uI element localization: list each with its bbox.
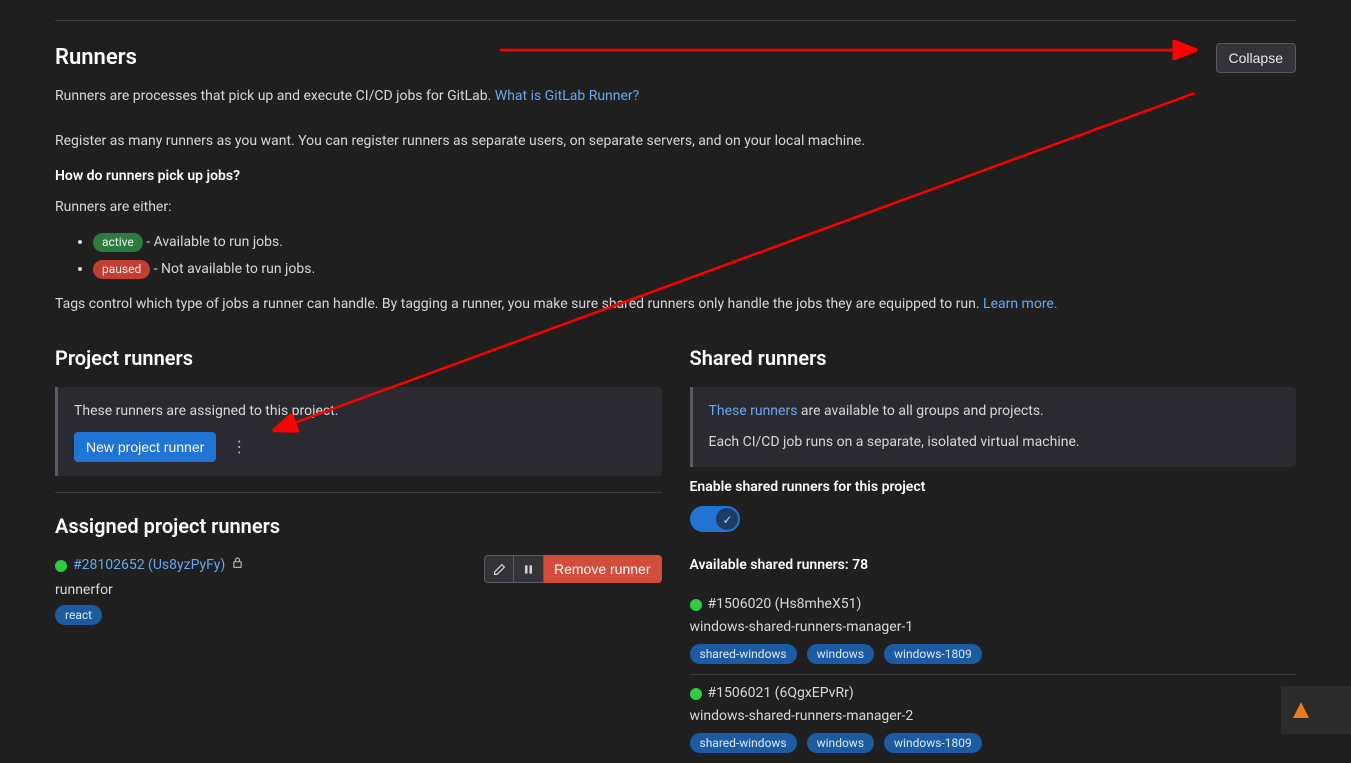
register-desc: Register as many runners as you want. Yo… xyxy=(55,131,1296,152)
new-project-runner-button[interactable]: New project runner xyxy=(74,432,216,462)
assigned-runner-link[interactable]: #28102652 (Us8yzPyFy) xyxy=(73,555,225,576)
runner-tag: shared-windows xyxy=(690,644,797,664)
runner-tag: react xyxy=(55,605,102,625)
paused-badge: paused xyxy=(93,260,150,279)
shared-panel-rest: are available to all groups and projects… xyxy=(801,403,1044,419)
status-dot-icon xyxy=(55,560,67,572)
shared-runners-column: Shared runners These runners are availab… xyxy=(690,343,1297,763)
shared-runner-name: windows-shared-runners-manager-2 xyxy=(690,706,1297,727)
status-item-active: active - Available to run jobs. xyxy=(93,232,1296,253)
runners-title: Runners xyxy=(55,41,137,74)
shared-runner-tags: shared-windows windows windows-1809 xyxy=(690,644,1297,664)
runner-tag: windows xyxy=(807,644,874,664)
lock-icon xyxy=(231,556,244,576)
what-is-runner-link[interactable]: What is GitLab Runner? xyxy=(495,88,640,104)
available-count: 78 xyxy=(852,557,868,573)
available-shared-label: Available shared runners: 78 xyxy=(690,555,1297,576)
runner-tag: windows-1809 xyxy=(884,733,982,753)
shared-runners-title: Shared runners xyxy=(690,343,1297,373)
active-badge: active xyxy=(93,233,143,252)
shared-runner-item: #1506021 (6QgxEPvRr) windows-shared-runn… xyxy=(690,674,1297,763)
active-desc: - Available to run jobs. xyxy=(146,234,283,250)
assigned-runner-row: #28102652 (Us8yzPyFy) runnerfor react Re… xyxy=(55,555,662,626)
section-header: Runners Collapse xyxy=(55,41,1296,74)
check-icon: ✓ xyxy=(722,511,732,529)
tags-text: Tags control which type of jobs a runner… xyxy=(55,296,983,312)
project-runners-panel: These runners are assigned to this proje… xyxy=(55,387,662,476)
remove-runner-button[interactable]: Remove runner xyxy=(544,555,662,583)
runner-tag: windows-1809 xyxy=(884,644,982,664)
shared-panel-line1: These runners are available to all group… xyxy=(709,401,1281,422)
runner-tag: windows xyxy=(807,733,874,753)
project-runners-title: Project runners xyxy=(55,343,662,373)
taskbar-fragment xyxy=(1281,686,1351,734)
edit-runner-button[interactable] xyxy=(484,555,514,583)
status-dot-icon xyxy=(690,688,702,700)
collapse-button[interactable]: Collapse xyxy=(1216,43,1296,73)
panel-project-desc: These runners are assigned to this proje… xyxy=(74,401,646,422)
status-list: active - Available to run jobs. paused -… xyxy=(55,232,1296,280)
runner-action-group: Remove runner xyxy=(484,555,662,583)
status-dot-icon xyxy=(690,599,702,611)
intro-line: Runners are processes that pick up and e… xyxy=(55,86,1296,107)
shared-runners-panel: These runners are available to all group… xyxy=(690,387,1297,467)
top-divider xyxy=(55,20,1296,21)
how-question: How do runners pick up jobs? xyxy=(55,166,1296,187)
learn-more-link[interactable]: Learn more. xyxy=(983,296,1058,312)
shared-runner-tags: shared-windows windows windows-1809 xyxy=(690,733,1297,753)
enable-shared-toggle[interactable]: ✓ xyxy=(690,506,740,532)
kebab-menu-icon[interactable]: ⋮ xyxy=(224,432,254,462)
status-item-paused: paused - Not available to run jobs. xyxy=(93,259,1296,280)
vlc-icon[interactable] xyxy=(1293,702,1309,718)
assigned-runners-title: Assigned project runners xyxy=(55,511,662,541)
enable-shared-label: Enable shared runners for this project xyxy=(690,477,1297,498)
assigned-runner-desc: runnerfor xyxy=(55,580,244,601)
shared-runner-name: windows-shared-runners-manager-1 xyxy=(690,617,1297,638)
mid-divider xyxy=(55,492,662,493)
shared-runner-item: #1506020 (Hs8mheX51) windows-shared-runn… xyxy=(690,586,1297,674)
shared-runner-id: #1506020 (Hs8mheX51) xyxy=(708,594,862,615)
shared-runner-id: #1506021 (6QgxEPvRr) xyxy=(708,683,854,704)
pause-runner-button[interactable] xyxy=(514,555,544,583)
runner-tag: shared-windows xyxy=(690,733,797,753)
available-prefix: Available shared runners: xyxy=(690,557,853,573)
project-runners-column: Project runners These runners are assign… xyxy=(55,343,662,763)
tags-note: Tags control which type of jobs a runner… xyxy=(55,294,1296,315)
these-runners-link[interactable]: These runners xyxy=(709,403,798,419)
either-text: Runners are either: xyxy=(55,197,1296,218)
intro-text: Runners are processes that pick up and e… xyxy=(55,88,495,104)
paused-desc: - Not available to run jobs. xyxy=(154,261,315,277)
shared-panel-line2: Each CI/CD job runs on a separate, isola… xyxy=(709,432,1281,453)
